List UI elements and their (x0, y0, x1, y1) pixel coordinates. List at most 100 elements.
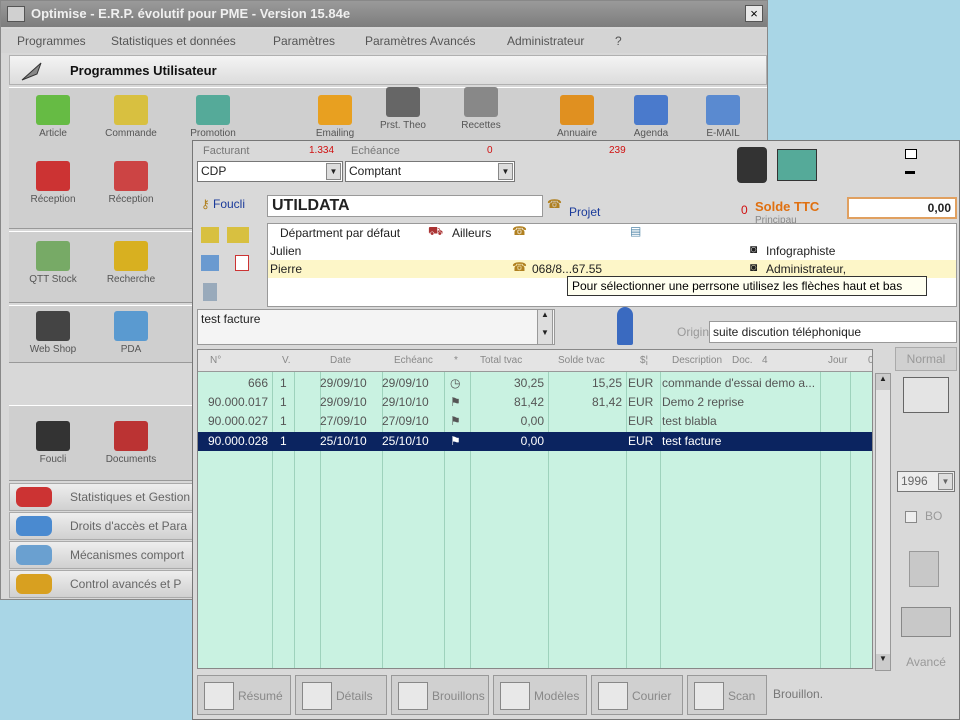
table-scrollbar[interactable]: ▲ ▼ (875, 373, 891, 671)
col-header-num[interactable]: N° (210, 350, 221, 372)
col-header-total[interactable]: Total tvac (480, 350, 522, 372)
nav-mecanismes[interactable]: Mécanismes comport (9, 541, 205, 569)
table-row[interactable]: 666 1 29/09/10 29/09/10 ◷ 30,25 15,25 EU… (198, 374, 872, 393)
tile-qtt-stock[interactable]: QTT Stock (13, 241, 93, 285)
calendar-icon[interactable] (777, 149, 817, 181)
col-header-date[interactable]: Date (330, 350, 351, 372)
menu-programmes[interactable]: Programmes (17, 34, 86, 48)
cell-date: 29/09/10 (320, 376, 367, 390)
project-icon: ☎ (547, 197, 562, 211)
refresh-icon[interactable] (201, 255, 219, 271)
tile-promotion[interactable]: Promotion (173, 95, 253, 139)
note-scrollbar[interactable]: ▲ ▼ (537, 309, 553, 345)
cell-solde: 15,25 (591, 376, 622, 390)
trash-icon[interactable] (203, 283, 217, 301)
person-info-icon[interactable] (617, 307, 633, 345)
menu-statistiques[interactable]: Statistiques et données (111, 34, 236, 48)
menu-parametres-avances[interactable]: Paramètres Avancés (365, 34, 476, 48)
avance-button[interactable]: Avancé (895, 651, 957, 673)
col-header-version[interactable]: V. (282, 350, 291, 372)
tab-modeles[interactable]: Modèles (493, 675, 587, 715)
cell-total: 0,00 (520, 414, 544, 428)
tile-pda[interactable]: PDA (91, 311, 171, 355)
close-button[interactable]: × (745, 5, 763, 22)
tile-commande[interactable]: Commande (91, 95, 171, 139)
client-name-field[interactable]: UTILDATA (267, 195, 543, 217)
tile-recherche[interactable]: Recherche (91, 241, 171, 285)
status-icon: ⚑ (450, 414, 461, 428)
menu-parametres[interactable]: Paramètres (273, 34, 335, 48)
nav-control[interactable]: Control avancés et P (9, 570, 205, 598)
table-row[interactable]: 90.000.017 1 29/09/10 29/10/10 ⚑ 81,42 8… (198, 393, 872, 412)
tile-foucli[interactable]: Foucli (13, 421, 93, 465)
calendar-small-icon[interactable] (235, 255, 249, 271)
tile-recettes[interactable]: Recettes (441, 87, 521, 131)
col-header-0[interactable]: 0 (868, 350, 872, 372)
contacts-header: Départment par défaut (280, 226, 401, 240)
menu-administrateur[interactable]: Administrateur (507, 34, 584, 48)
contacts-icon[interactable] (227, 227, 249, 243)
tab-courier[interactable]: Courier (591, 675, 683, 715)
traffic-light-icon[interactable] (737, 147, 767, 183)
cell-description: test facture (662, 434, 722, 448)
documents-icon (114, 421, 148, 451)
col-header-due[interactable]: Echéanc (394, 350, 433, 372)
chevron-down-icon[interactable]: ▼ (938, 473, 953, 490)
app-icon (7, 6, 25, 22)
document-flow-icon[interactable] (903, 377, 949, 413)
cell-currency: EUR (628, 376, 654, 390)
table-row[interactable]: 90.000.027 1 27/09/10 27/09/10 ⚑ 0,00 EU… (198, 412, 872, 431)
tile-annuaire[interactable]: Annuaire (537, 95, 617, 139)
chevron-down-icon[interactable]: ▼ (326, 163, 341, 180)
projet-label[interactable]: Projet (569, 205, 600, 219)
tile-documents[interactable]: Documents (91, 421, 171, 465)
cell-version: 1 (280, 376, 287, 390)
tile-article[interactable]: Article (13, 95, 93, 139)
nav-statistiques[interactable]: Statistiques et Gestion (9, 483, 205, 511)
table-row-selected[interactable]: 90.000.028 1 25/10/10 25/10/10 ⚑ 0,00 EU… (198, 432, 872, 451)
note-field[interactable]: test facture (197, 309, 555, 345)
col-header-star[interactable]: * (454, 350, 458, 372)
cell-total: 30,25 (513, 376, 544, 390)
tab-details[interactable]: Détails (295, 675, 387, 715)
tab-resume[interactable]: Résumé (197, 675, 291, 715)
col-header-solde[interactable]: Solde tvac (558, 350, 605, 372)
col-header-description[interactable]: Description (672, 350, 722, 372)
tile-reception-truck[interactable]: Réception (13, 161, 93, 205)
tab-scan[interactable]: Scan (687, 675, 767, 715)
col-header-jour[interactable]: Jour (828, 350, 847, 372)
tile-reception-pda[interactable]: Réception (91, 161, 171, 205)
normal-button[interactable]: Normal (895, 347, 957, 371)
minimize-icon[interactable] (905, 171, 915, 174)
col-header-doc[interactable]: Doc. (732, 350, 753, 372)
menu-help[interactable]: ? (615, 34, 622, 48)
scanner-phone-icon[interactable] (901, 607, 951, 637)
tab-brouillons[interactable]: Brouillons (391, 675, 489, 715)
foucli-label[interactable]: Foucli (213, 197, 245, 211)
origine-field[interactable]: suite discution téléphonique (709, 321, 957, 343)
scroll-down-icon[interactable]: ▼ (876, 654, 890, 670)
facturant-select[interactable]: CDP ▼ (197, 161, 343, 182)
mechanisms-icon (16, 545, 52, 565)
chevron-down-icon[interactable]: ▼ (498, 163, 513, 180)
tile-prst-theo[interactable]: Prst. Theo (363, 87, 443, 131)
foucli-icon (36, 421, 70, 451)
echeance-select[interactable]: Comptant ▼ (345, 161, 515, 182)
tile-agenda[interactable]: Agenda (611, 95, 691, 139)
contact-book-icon: ◙ (750, 260, 758, 274)
year-select[interactable]: 1996 ▼ (897, 471, 955, 492)
col-header-4[interactable]: 4 (762, 350, 768, 372)
phone-icon: ☎ (512, 224, 527, 238)
recettes-icon (464, 87, 498, 117)
window-title: Optimise - E.R.P. évolutif pour PME - Ve… (31, 6, 351, 21)
contact-row[interactable]: Julien ◙ Infographiste (268, 242, 956, 260)
contact-icon[interactable] (201, 227, 219, 243)
bo-checkbox[interactable] (905, 511, 917, 523)
maximize-icon[interactable] (905, 149, 917, 159)
tile-email[interactable]: E-MAIL (683, 95, 763, 139)
tile-web-shop[interactable]: Web Shop (13, 311, 93, 355)
scroll-up-icon[interactable]: ▲ (876, 374, 890, 390)
col-header-currency[interactable]: $¦ (640, 350, 648, 372)
archive-icon[interactable] (909, 551, 939, 587)
nav-droits[interactable]: Droits d'accès et Para (9, 512, 205, 540)
